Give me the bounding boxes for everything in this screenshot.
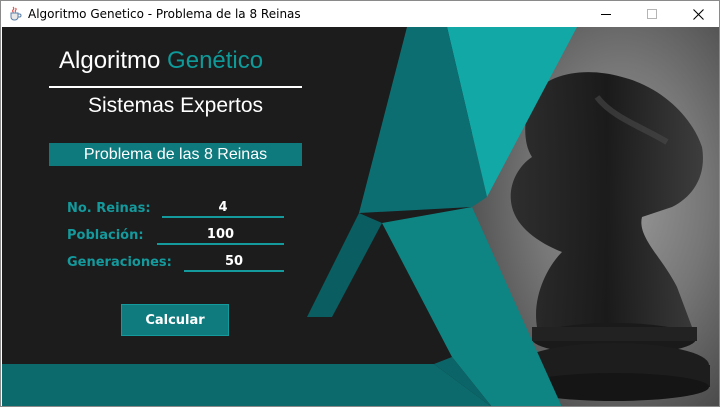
problem-banner: Problema de las 8 Reinas [49, 143, 302, 166]
calcular-button[interactable]: Calcular [121, 304, 229, 336]
heading-divider [49, 86, 302, 88]
reinas-input[interactable] [162, 198, 284, 218]
app-window: Algoritmo Genetico - Problema de la 8 Re… [0, 0, 720, 407]
close-button[interactable] [675, 1, 719, 27]
background-decoration [2, 27, 719, 406]
subtitle: Sistemas Expertos [87, 94, 264, 117]
generaciones-input[interactable] [184, 252, 284, 272]
minimize-icon [601, 14, 611, 15]
title-bar[interactable]: Algoritmo Genetico - Problema de la 8 Re… [1, 1, 719, 27]
app-heading: Algoritmo Genético [59, 47, 263, 75]
window-title: Algoritmo Genetico - Problema de la 8 Re… [28, 7, 301, 21]
poblacion-label: Población: [67, 228, 144, 243]
close-icon [692, 8, 704, 20]
heading-word-algoritmo: Algoritmo [59, 47, 161, 74]
heading-word-genetico: Genético [167, 47, 264, 74]
reinas-label: No. Reinas: [67, 201, 151, 216]
maximize-button[interactable] [629, 1, 675, 27]
maximize-icon [647, 9, 657, 19]
poblacion-input[interactable] [157, 225, 284, 245]
main-panel: Algoritmo Genético Sistemas Expertos Pro… [2, 27, 719, 406]
minimize-button[interactable] [583, 1, 629, 27]
java-cup-icon [10, 6, 22, 21]
generaciones-label: Generaciones: [67, 255, 172, 270]
